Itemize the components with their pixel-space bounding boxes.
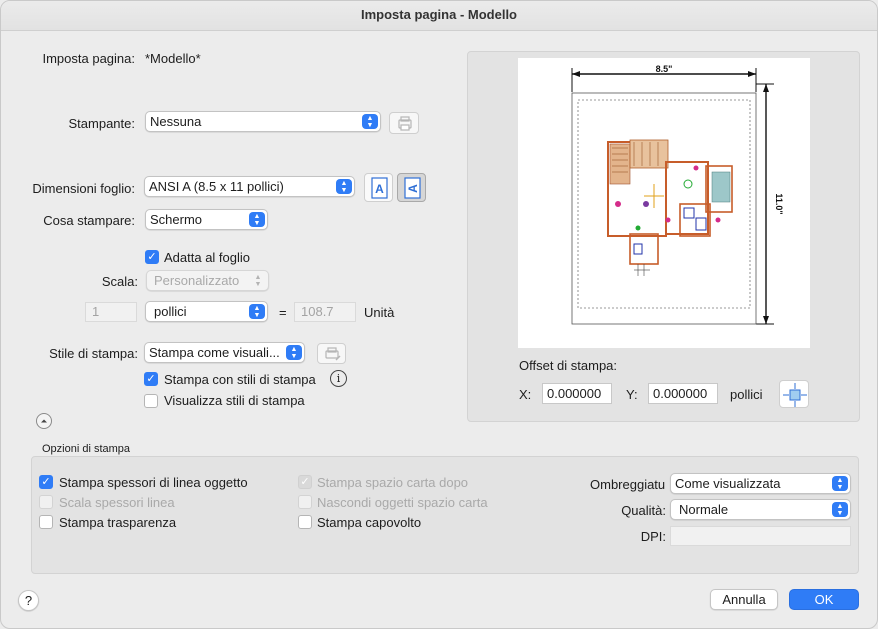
plot-options-panel: ✓ Stampa spessori di linea oggetto Scala… xyxy=(31,456,859,574)
plot-lineweights-checkbox[interactable]: ✓ xyxy=(39,475,53,489)
paper-size-select-value: ANSI A (8.5 x 11 pollici) xyxy=(149,179,284,194)
plot-upside-down-label: Stampa capovolto xyxy=(317,515,422,530)
page-setup-label: Imposta pagina: xyxy=(42,51,135,66)
plot-offset-title: Offset di stampa: xyxy=(519,358,618,373)
preview-panel: 8.5" 11.0" Offset di stampa: X: 0.000000… xyxy=(467,51,860,422)
plot-options-title: Opzioni di stampa xyxy=(42,443,131,455)
paper-height-label: 11.0" xyxy=(774,193,784,214)
printer-select-value: Nessuna xyxy=(150,114,202,129)
paperspace-last-label: Stampa spazio carta dopo xyxy=(317,475,469,490)
quality-select-value: Normale xyxy=(679,502,729,517)
collapse-options-button[interactable] xyxy=(36,413,52,429)
select-arrows-icon: ▲ ▼ xyxy=(336,179,352,194)
printer-icon xyxy=(398,116,412,131)
center-plot-button[interactable] xyxy=(779,380,809,408)
info-icon[interactable]: i xyxy=(330,370,347,387)
hide-paperspace-label: Nascondi oggetti spazio carta xyxy=(317,495,488,510)
quality-select[interactable]: Normale ▲ ▼ xyxy=(670,499,851,520)
plot-with-styles-checkbox[interactable]: ✓ xyxy=(144,372,158,386)
select-arrows-icon: ▲ ▼ xyxy=(832,502,848,517)
plot-upside-down-checkbox[interactable] xyxy=(298,515,312,529)
plot-transparency-checkbox[interactable] xyxy=(39,515,53,529)
edit-style-icon xyxy=(325,347,341,361)
preview-area: 8.5" 11.0" xyxy=(518,58,810,348)
center-plot-icon xyxy=(783,383,807,407)
printer-properties-button[interactable] xyxy=(389,112,419,134)
scale-label: Scala: xyxy=(101,274,138,289)
select-arrows-icon: ▲ ▼ xyxy=(286,345,302,360)
display-plot-styles-checkbox[interactable] xyxy=(144,394,158,408)
scale-drawing-input[interactable]: 108.7 xyxy=(294,302,356,322)
offset-unit-label: pollici xyxy=(730,387,763,402)
select-arrows-icon: ▲ ▼ xyxy=(832,476,848,491)
plot-transparency-label: Stampa trasparenza xyxy=(59,515,177,530)
fit-to-paper-label: Adatta al foglio xyxy=(164,250,251,265)
paper-width-label: 8.5" xyxy=(656,64,673,74)
help-button[interactable]: ? xyxy=(18,590,39,611)
select-arrows-icon: ▲ ▼ xyxy=(249,212,265,227)
plot-style-select-value: Stampa come visuali... xyxy=(149,345,280,360)
plot-with-styles-label: Stampa con stili di stampa xyxy=(164,372,316,387)
printer-select[interactable]: Nessuna ▲ ▼ xyxy=(145,111,381,132)
quality-label: Qualità: xyxy=(621,503,666,518)
svg-text:A: A xyxy=(406,184,420,193)
page-setup-dialog: Imposta pagina - Modello Imposta pagina:… xyxy=(0,0,878,629)
paperspace-last-checkbox[interactable]: ✓ xyxy=(298,475,312,489)
select-arrows-icon: ▲ ▼ xyxy=(249,304,265,319)
window-title: Imposta pagina - Modello xyxy=(1,1,877,31)
offset-x-label: X: xyxy=(519,387,532,402)
paper-size-select[interactable]: ANSI A (8.5 x 11 pollici) ▲ ▼ xyxy=(144,176,355,197)
page-setup-value: *Modello* xyxy=(145,51,201,66)
scale-unit-select-value: pollici xyxy=(154,304,187,319)
paper-preview-graphic: 8.5" 11.0" xyxy=(571,64,784,325)
scale-unit-select[interactable]: pollici ▲ ▼ xyxy=(145,301,268,322)
scale-lineweights-checkbox[interactable] xyxy=(39,495,53,509)
offset-y-label: Y: xyxy=(626,387,638,402)
landscape-orientation-icon: A xyxy=(404,177,421,199)
plot-lineweights-label: Stampa spessori di linea oggetto xyxy=(59,475,248,490)
landscape-button[interactable]: A xyxy=(397,173,426,202)
ok-button[interactable]: OK xyxy=(789,589,859,610)
fit-to-paper-checkbox[interactable]: ✓ xyxy=(145,250,159,264)
scale-equals: = xyxy=(279,305,287,320)
cancel-button[interactable]: Annulla xyxy=(710,589,778,610)
dpi-label: DPI: xyxy=(640,529,666,544)
scale-lineweights-label: Scala spessori linea xyxy=(59,495,175,510)
printer-label: Stampante: xyxy=(68,116,136,131)
chevron-up-icon xyxy=(41,419,47,423)
plot-style-label: Stile di stampa: xyxy=(49,346,138,361)
scale-select-value: Personalizzato xyxy=(154,273,240,288)
what-to-print-select-value: Schermo xyxy=(150,212,203,227)
svg-text:A: A xyxy=(375,182,384,196)
hide-paperspace-checkbox[interactable] xyxy=(298,495,312,509)
shading-select[interactable]: Come visualizzata ▲ ▼ xyxy=(670,473,851,494)
offset-x-input[interactable]: 0.000000 xyxy=(542,383,612,404)
scale-units-label: Unità xyxy=(364,305,395,320)
scale-paper-input[interactable]: 1 xyxy=(85,302,137,322)
scale-select[interactable]: Personalizzato ▲ ▼ xyxy=(146,270,269,291)
select-arrows-icon: ▲ ▼ xyxy=(362,114,378,129)
paper-size-label: Dimensioni foglio: xyxy=(32,181,135,196)
what-to-print-select[interactable]: Schermo ▲ ▼ xyxy=(145,209,268,230)
plot-style-select[interactable]: Stampa come visuali... ▲ ▼ xyxy=(144,342,305,363)
offset-y-input[interactable]: 0.000000 xyxy=(648,383,718,404)
portrait-orientation-icon: A xyxy=(371,177,388,199)
select-arrows-icon: ▲ ▼ xyxy=(254,274,262,288)
what-to-print-label: Cosa stampare: xyxy=(43,213,135,228)
display-plot-styles-label: Visualizza stili di stampa xyxy=(164,393,305,408)
dpi-input[interactable] xyxy=(670,526,851,546)
portrait-button[interactable]: A xyxy=(364,173,393,202)
plot-style-edit-button[interactable] xyxy=(317,343,346,364)
shading-select-value: Come visualizzata xyxy=(675,476,781,491)
shading-label: Ombreggiatu xyxy=(590,477,666,492)
